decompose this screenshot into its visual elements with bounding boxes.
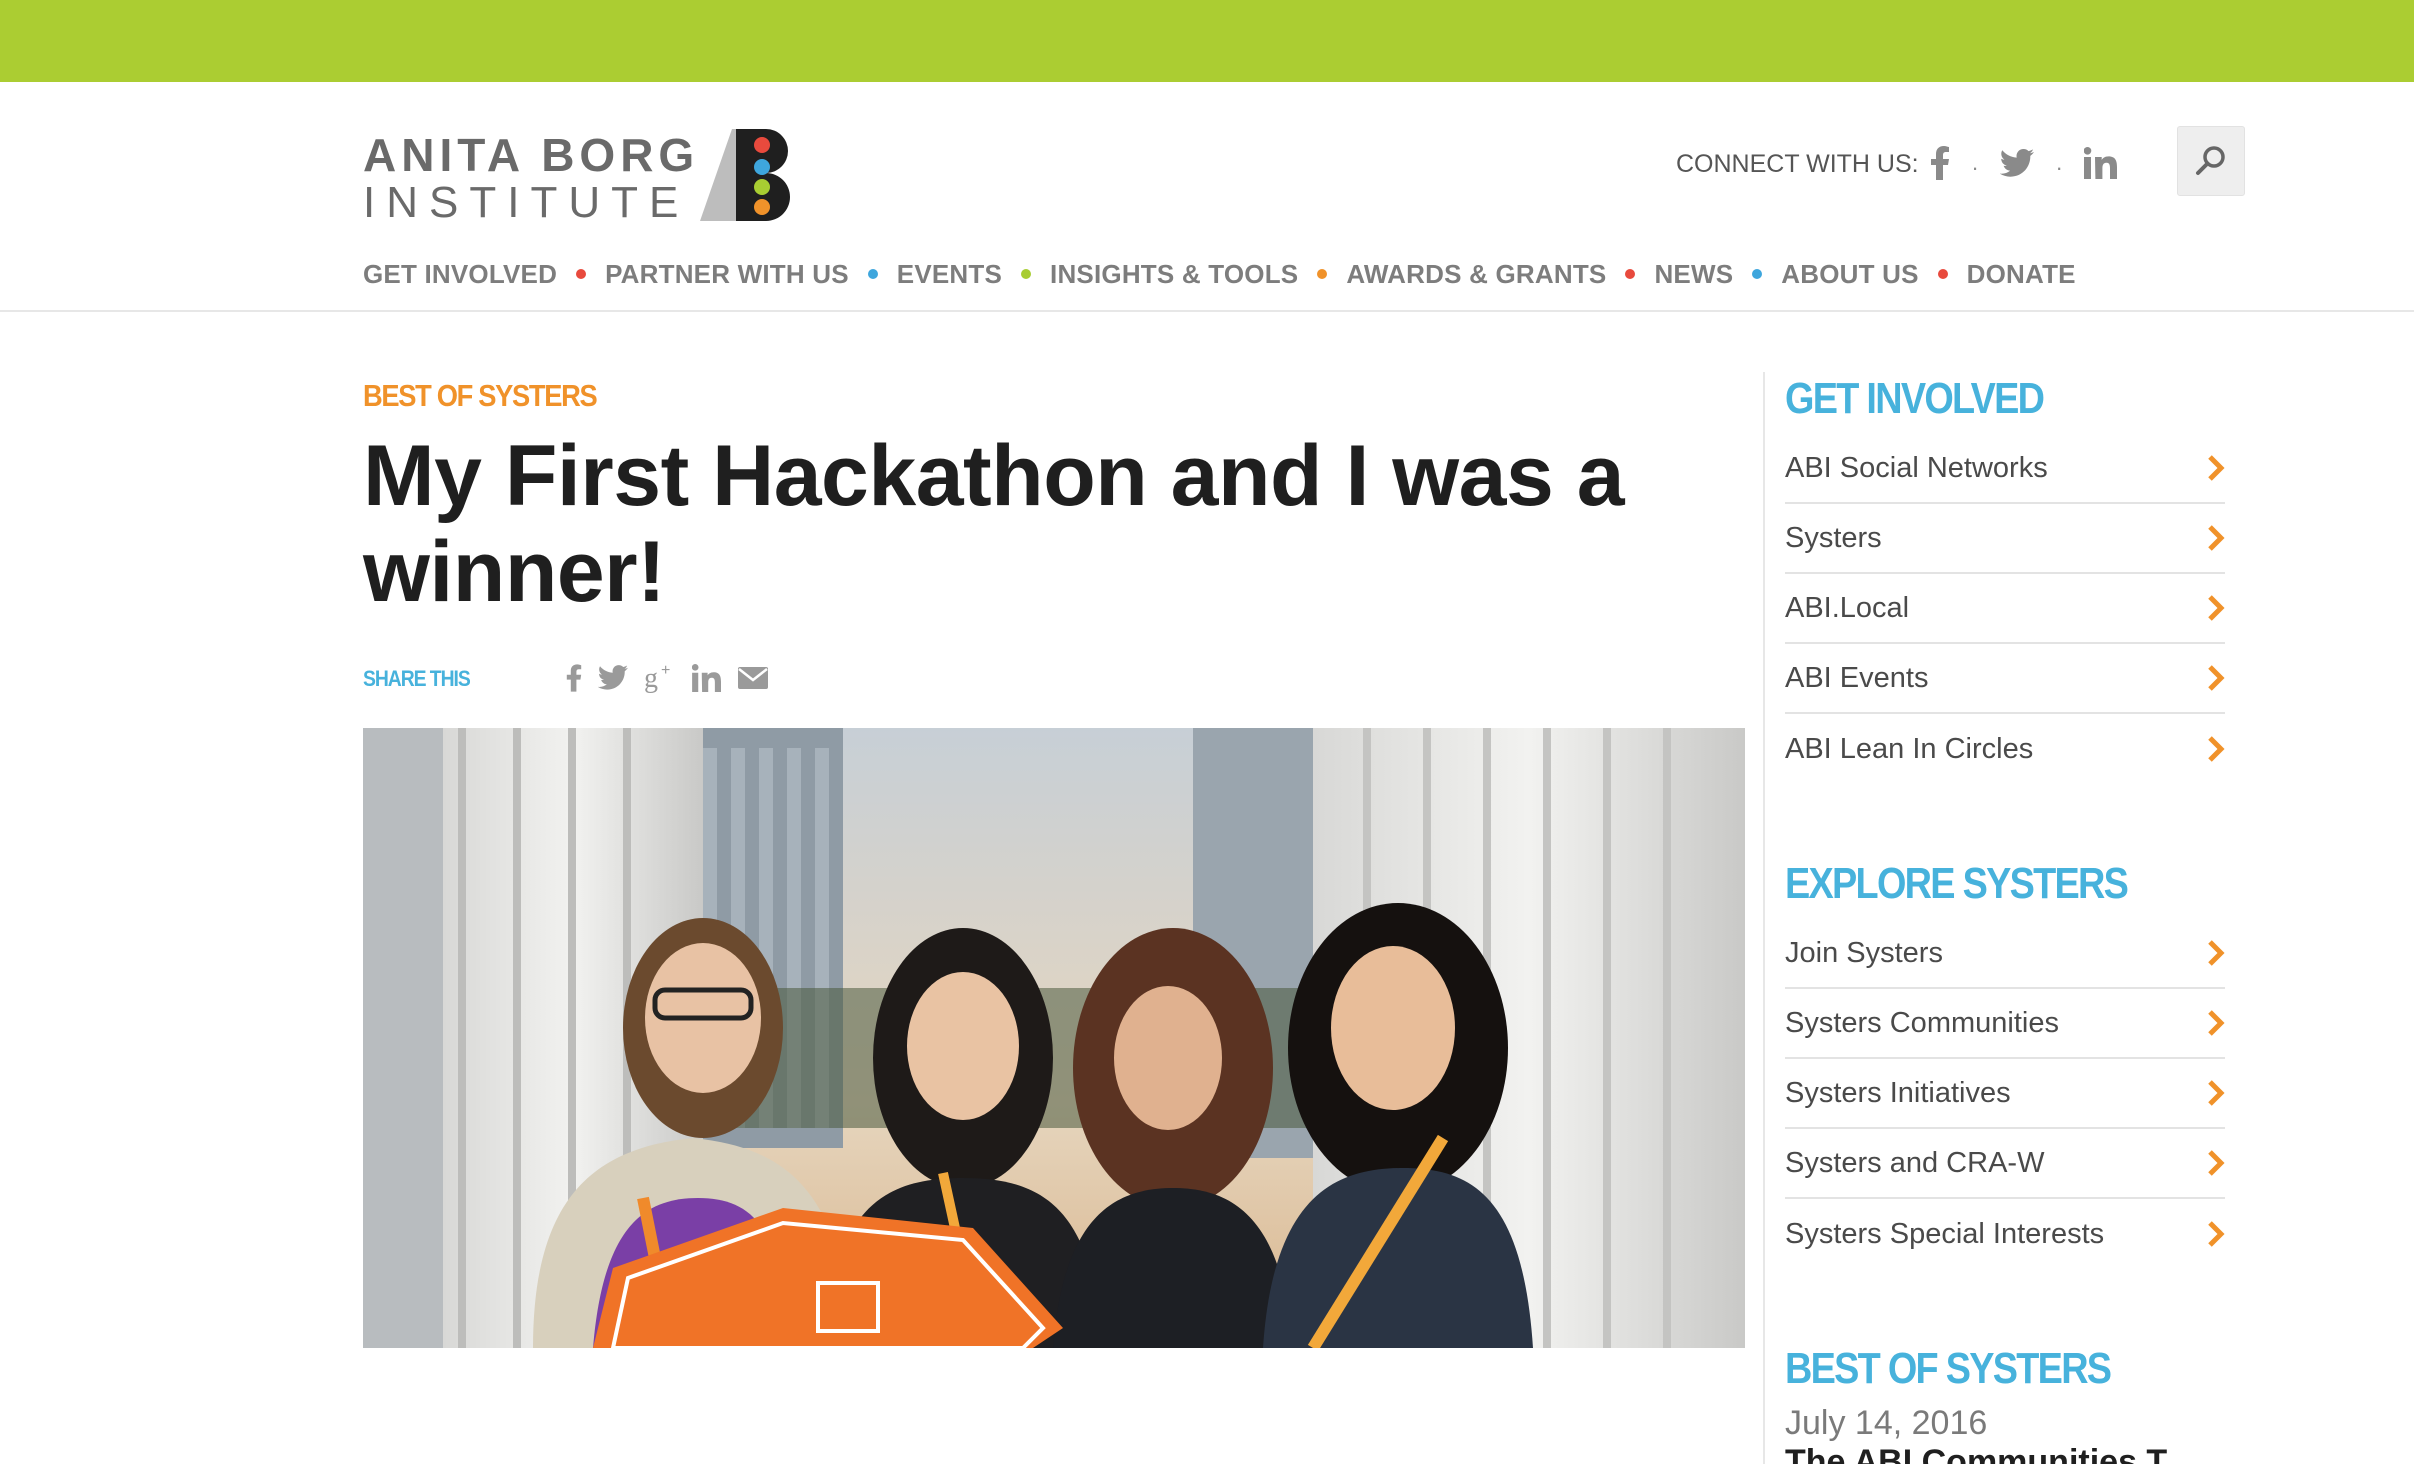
sidebar-item-systers-communities[interactable]: Systers Communities bbox=[1785, 989, 2225, 1059]
logo-dot-orange bbox=[754, 199, 770, 215]
chevron-right-icon bbox=[2207, 1079, 2225, 1107]
nav-separator-dot bbox=[576, 269, 587, 279]
sidebar-item-label: Systers and CRA-W bbox=[1785, 1146, 2045, 1179]
sidebar-divider bbox=[1763, 372, 1765, 1464]
main-nav: GET INVOLVED PARTNER WITH US EVENTS INSI… bbox=[363, 254, 2076, 294]
sidebar-item-label: ABI.Local bbox=[1785, 591, 1910, 624]
nav-partner-with-us[interactable]: PARTNER WITH US bbox=[605, 259, 849, 290]
twitter-icon[interactable] bbox=[597, 665, 628, 695]
facebook-icon[interactable] bbox=[566, 663, 582, 697]
sidebar-best-of-systers: BEST OF SYSTERS July 14, 2016 The ABI Co… bbox=[1785, 1342, 2225, 1464]
sidebar-item-systers-special-interests[interactable]: Systers Special Interests bbox=[1785, 1199, 2225, 1269]
sidebar-item-label: Systers Initiatives bbox=[1785, 1076, 2011, 1109]
sidebar-item-join-systers[interactable]: Join Systers bbox=[1785, 919, 2225, 989]
social-separator: . bbox=[2056, 150, 2063, 175]
sidebar-item-abi-local[interactable]: ABI.Local bbox=[1785, 574, 2225, 644]
nav-donate[interactable]: DONATE bbox=[1967, 259, 2076, 290]
linkedin-icon[interactable] bbox=[691, 663, 722, 697]
chevron-right-icon bbox=[2207, 664, 2225, 692]
svg-text:+: + bbox=[661, 663, 670, 679]
sidebar-link-list: ABI Social Networks Systers ABI.Local AB… bbox=[1785, 434, 2225, 784]
top-color-bar bbox=[0, 0, 2414, 82]
sidebar-item-label: Systers Special Interests bbox=[1785, 1217, 2105, 1250]
article-title: My First Hackathon and I was a winner! bbox=[363, 428, 1625, 620]
nav-insights-tools[interactable]: INSIGHTS & TOOLS bbox=[1050, 259, 1298, 290]
sidebar-item-abi-lean-in-circles[interactable]: ABI Lean In Circles bbox=[1785, 714, 2225, 784]
connect-label: CONNECT WITH US: bbox=[1676, 150, 1919, 178]
post-teaser-link[interactable]: The ABI Communities T... bbox=[1785, 1443, 2192, 1464]
nav-separator-dot bbox=[1317, 269, 1328, 279]
sidebar-item-abi-events[interactable]: ABI Events bbox=[1785, 644, 2225, 714]
sidebar-item-label: Join Systers bbox=[1785, 936, 1943, 969]
sidebar-heading: EXPLORE SYSTERS bbox=[1785, 859, 2129, 908]
nav-separator-dot bbox=[1937, 269, 1948, 279]
share-label: SHARE THIS bbox=[363, 666, 471, 691]
logo-dot-red bbox=[754, 137, 770, 153]
nav-separator-dot bbox=[1625, 269, 1636, 279]
search-icon bbox=[2196, 146, 2225, 175]
post-date: July 14, 2016 bbox=[1785, 1404, 1988, 1442]
sidebar-heading: BEST OF SYSTERS bbox=[1785, 1344, 2112, 1393]
hackathon-winners-photo bbox=[363, 728, 1745, 1348]
share-buttons: g + bbox=[566, 662, 768, 698]
sidebar-item-label: Systers bbox=[1785, 521, 1882, 554]
sidebar-link-list: Join Systers Systers Communities Systers… bbox=[1785, 919, 2225, 1269]
logo-name-line1: ANITA BORG bbox=[363, 129, 700, 181]
sidebar-item-systers-initiatives[interactable]: Systers Initiatives bbox=[1785, 1059, 2225, 1129]
nav-get-involved[interactable]: GET INVOLVED bbox=[363, 259, 557, 290]
nav-separator-dot bbox=[867, 269, 878, 279]
logo-dot-blue bbox=[754, 159, 770, 175]
chevron-right-icon bbox=[2207, 1220, 2225, 1248]
google-plus-icon[interactable]: g + bbox=[644, 662, 676, 698]
nav-news[interactable]: NEWS bbox=[1654, 259, 1733, 290]
linkedin-icon[interactable] bbox=[2084, 147, 2118, 179]
search-button[interactable] bbox=[2177, 126, 2245, 196]
logo-name-line2: INSTITUTE bbox=[363, 178, 690, 227]
email-icon[interactable] bbox=[738, 666, 768, 694]
sidebar-item-label: ABI Social Networks bbox=[1785, 451, 2048, 484]
sidebar-heading: GET INVOLVED bbox=[1785, 374, 2045, 423]
nav-events[interactable]: EVENTS bbox=[897, 259, 1002, 290]
sidebar-item-abi-social-networks[interactable]: ABI Social Networks bbox=[1785, 434, 2225, 504]
svg-text:g: g bbox=[644, 663, 658, 693]
chevron-right-icon bbox=[2207, 1009, 2225, 1037]
sidebar-item-systers-and-cra-w[interactable]: Systers and CRA-W bbox=[1785, 1129, 2225, 1199]
twitter-icon[interactable] bbox=[2000, 149, 2035, 177]
nav-awards-grants[interactable]: AWARDS & GRANTS bbox=[1346, 259, 1606, 290]
sidebar-get-involved: GET INVOLVED ABI Social Networks Systers… bbox=[1785, 372, 2225, 784]
article-category-link[interactable]: BEST OF SYSTERS bbox=[363, 378, 598, 414]
sidebar-item-label: ABI Lean In Circles bbox=[1785, 732, 2034, 765]
facebook-icon[interactable] bbox=[1930, 146, 1950, 180]
nav-separator-dot bbox=[1021, 269, 1032, 279]
chevron-right-icon bbox=[2207, 735, 2225, 763]
article-photo bbox=[363, 728, 1745, 1348]
chevron-right-icon bbox=[2207, 524, 2225, 552]
nav-separator-dot bbox=[1752, 269, 1763, 279]
chevron-right-icon bbox=[2207, 594, 2225, 622]
site-header: ANITA BORG INSTITUTE CONNECT WITH US: . … bbox=[0, 82, 2414, 312]
nav-about-us[interactable]: ABOUT US bbox=[1781, 259, 1918, 290]
chevron-right-icon bbox=[2207, 454, 2225, 482]
header-social-links: . . bbox=[1930, 140, 2118, 186]
chevron-right-icon bbox=[2207, 939, 2225, 967]
logo-link[interactable]: ANITA BORG INSTITUTE bbox=[363, 128, 694, 228]
sidebar-item-label: Systers Communities bbox=[1785, 1006, 2059, 1039]
logo-mark-icon[interactable] bbox=[700, 129, 796, 221]
sidebar-item-systers[interactable]: Systers bbox=[1785, 504, 2225, 574]
logo-dot-green bbox=[754, 179, 770, 195]
social-separator: . bbox=[1972, 150, 1979, 175]
sidebar-item-label: ABI Events bbox=[1785, 661, 1929, 694]
chevron-right-icon bbox=[2207, 1149, 2225, 1177]
sidebar-explore-systers: EXPLORE SYSTERS Join Systers Systers Com… bbox=[1785, 857, 2225, 1269]
